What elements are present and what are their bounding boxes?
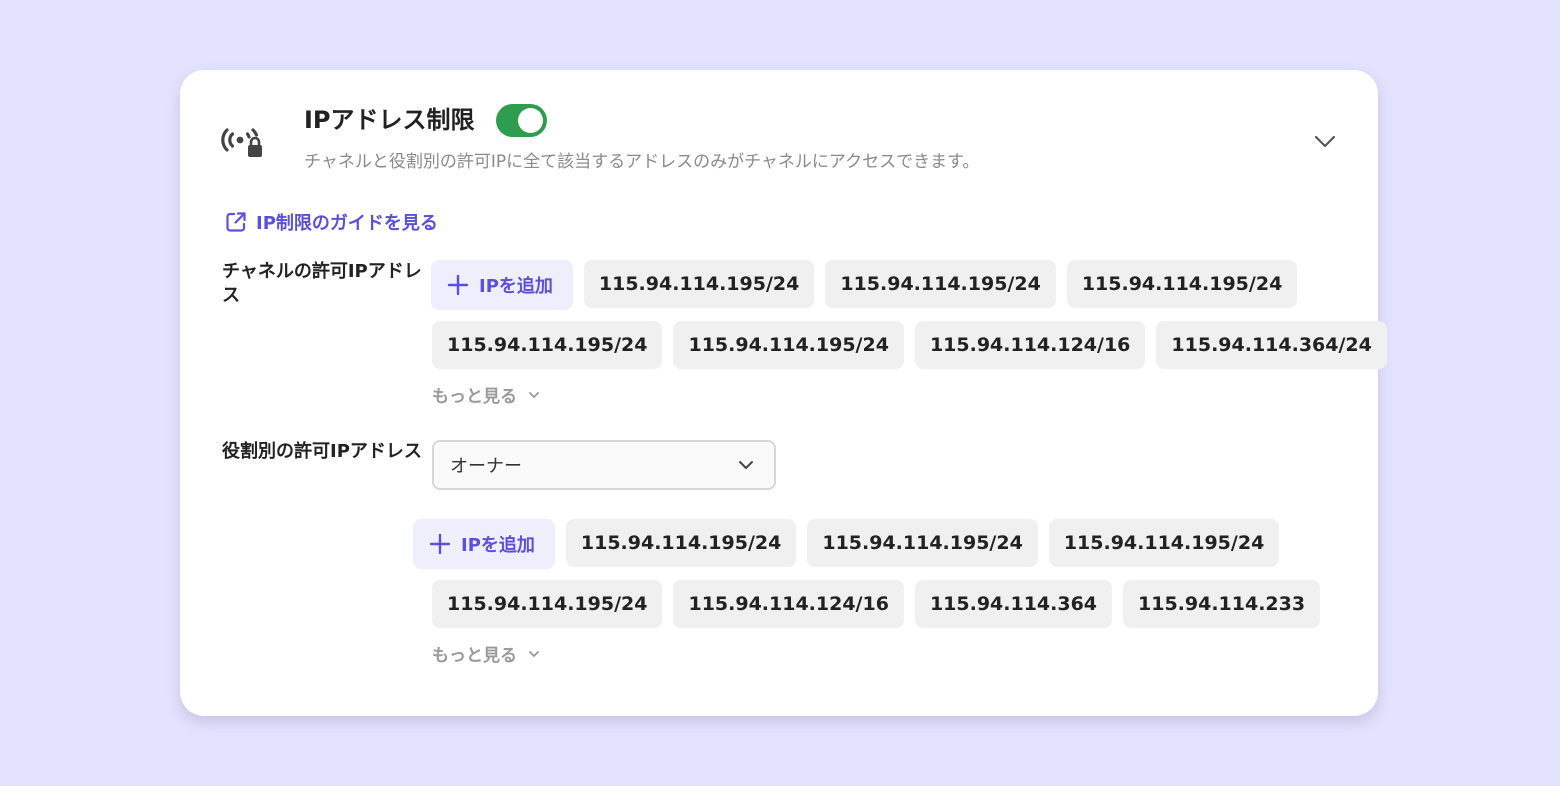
ip-chip[interactable]: 115.94.114.195/24 (565, 519, 797, 567)
collapse-button[interactable] (1312, 128, 1338, 154)
ip-restriction-card: IPアドレス制限 チャネルと役割別の許可IPに全て該当するアドレスのみがチャネル… (180, 70, 1387, 716)
role-ip-label: 役割別の許可IPアドレス (222, 441, 422, 462)
role-ip-row-1: IPを追加 115.94.114.195/24 115.94.114.195/2… (413, 519, 1280, 569)
ip-chip[interactable]: 115.94.114.195/24 (825, 260, 1056, 308)
ip-chip[interactable]: 115.94.114.364 (914, 580, 1113, 628)
ip-chip[interactable]: 115.94.114.233 (1123, 580, 1321, 628)
show-more-label: もっと見る (432, 387, 517, 407)
channel-add-ip-label: IPを追加 (479, 276, 553, 297)
role-select-value: オーナー (450, 456, 522, 477)
page-description: チャネルと役割別の許可IPに全て該当するアドレスのみがチャネルにアクセスできます… (304, 152, 980, 172)
chevron-down-icon (529, 391, 539, 398)
role-add-ip-button[interactable]: IPを追加 (413, 519, 555, 569)
show-more-label: もっと見る (432, 646, 517, 666)
role-add-ip-label: IPを追加 (461, 535, 535, 556)
role-show-more-link[interactable]: もっと見る (432, 641, 541, 666)
external-link-icon (226, 212, 246, 232)
ip-chip[interactable]: 115.94.114.195/24 (1066, 260, 1298, 308)
chevron-down-icon (529, 650, 539, 657)
ip-chip[interactable]: 115.94.114.195/24 (807, 519, 1038, 567)
ip-guide-link-label: IP制限のガイドを見る (256, 213, 438, 234)
ip-restriction-toggle[interactable] (496, 104, 547, 137)
role-ip-row-2: 115.94.114.195/24 115.94.114.124/16 115.… (432, 580, 1321, 628)
ip-chip[interactable]: 115.94.114.195/24 (432, 580, 663, 628)
ip-chip[interactable]: 115.94.114.195/24 (432, 321, 663, 369)
chevron-down-icon (739, 461, 753, 469)
role-select[interactable]: オーナー (432, 440, 776, 490)
page-title: IPアドレス制限 (304, 106, 475, 134)
channel-show-more-link[interactable]: もっと見る (432, 382, 541, 407)
ip-chip[interactable]: 115.94.114.195/24 (1048, 519, 1280, 567)
wireless-lock-icon (218, 120, 266, 162)
ip-chip[interactable]: 115.94.114.124/16 (914, 321, 1146, 369)
ip-chip[interactable]: 115.94.114.124/16 (673, 580, 904, 628)
plus-icon (429, 533, 451, 555)
ip-chip[interactable]: 115.94.114.364/24 (1156, 321, 1387, 369)
ip-chip[interactable]: 115.94.114.195/24 (673, 321, 904, 369)
channel-ip-row-1: IPを追加 115.94.114.195/24 115.94.114.195/2… (431, 260, 1298, 310)
channel-ip-row-2: 115.94.114.195/24 115.94.114.195/24 115.… (432, 321, 1387, 369)
channel-ip-label: チャネルの許可IPアドレス (222, 261, 422, 306)
chevron-down-icon (1314, 135, 1336, 148)
ip-guide-link[interactable]: IP制限のガイドを見る (224, 209, 438, 235)
plus-icon (447, 274, 469, 296)
channel-add-ip-button[interactable]: IPを追加 (431, 260, 573, 310)
toggle-knob (518, 108, 543, 133)
ip-chip[interactable]: 115.94.114.195/24 (583, 260, 815, 308)
